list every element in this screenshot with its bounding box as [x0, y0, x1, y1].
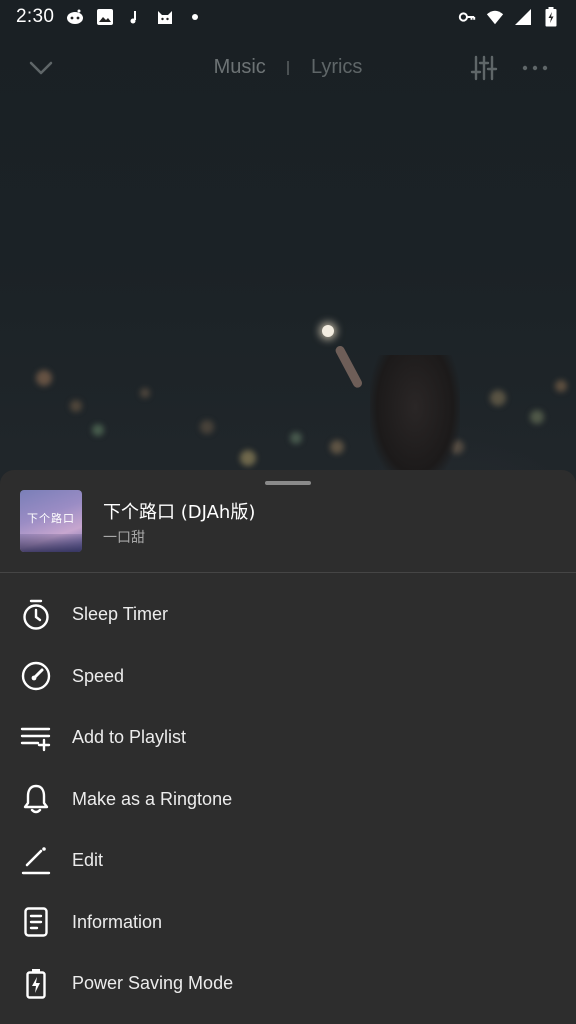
album-art: 下个路口: [20, 490, 82, 552]
song-artist: 一口甜: [103, 530, 145, 546]
more-horizontal-icon: [522, 65, 548, 71]
menu-item-make-ringtone[interactable]: Make as a Ringtone: [0, 769, 576, 831]
battery-charging-icon: [542, 7, 560, 27]
battery-saver-icon: [20, 968, 52, 1000]
divider: [0, 572, 576, 573]
drag-handle[interactable]: [265, 481, 311, 485]
image-icon: [96, 8, 114, 26]
song-title: 下个路口 (DJAh版): [103, 502, 256, 523]
speedometer-icon: [20, 660, 52, 692]
menu-item-label: Make as a Ringtone: [72, 788, 233, 809]
status-time: 2:30: [16, 6, 55, 27]
bell-icon: [20, 783, 52, 815]
cat-icon: [156, 8, 174, 26]
reddit-icon: [66, 8, 84, 26]
menu-item-add-to-playlist[interactable]: Add to Playlist: [0, 707, 576, 769]
options-bottom-sheet: 下个路口 下个路口 (DJAh版) 一口甜 Sleep Timer Speed …: [0, 470, 576, 1024]
document-icon: [20, 906, 52, 938]
menu-item-label: Speed: [72, 665, 125, 686]
equalizer-icon: [470, 55, 498, 81]
menu-item-label: Edit: [72, 850, 104, 871]
album-art-text: 下个路口: [27, 512, 75, 525]
menu-item-label: Power Saving Mode: [72, 973, 234, 994]
tab-separator: [287, 60, 290, 75]
menu-item-label: Add to Playlist: [72, 727, 187, 748]
timer-icon: [20, 599, 52, 631]
more-options-button[interactable]: [518, 52, 552, 84]
tab-lyrics[interactable]: Lyrics: [311, 56, 362, 79]
options-menu: Sleep Timer Speed Add to Playlist Make a…: [0, 584, 576, 1015]
vpn-key-icon: [458, 8, 476, 26]
menu-item-power-saving[interactable]: Power Saving Mode: [0, 953, 576, 1015]
menu-item-information[interactable]: Information: [0, 892, 576, 954]
playlist-add-icon: [20, 722, 52, 754]
music-note-icon: [126, 8, 144, 26]
menu-item-speed[interactable]: Speed: [0, 646, 576, 708]
menu-item-sleep-timer[interactable]: Sleep Timer: [0, 584, 576, 646]
tab-music[interactable]: Music: [214, 56, 266, 79]
dot-icon: [186, 8, 204, 26]
wifi-icon: [486, 8, 504, 26]
equalizer-button[interactable]: [468, 52, 500, 84]
menu-item-edit[interactable]: Edit: [0, 830, 576, 892]
menu-item-label: Information: [72, 911, 163, 932]
pencil-icon: [20, 845, 52, 877]
status-bar: 2:30: [0, 0, 576, 34]
signal-icon: [514, 8, 532, 26]
song-header: 下个路口 下个路口 (DJAh版) 一口甜: [0, 490, 576, 572]
player-top-nav: Music Lyrics: [0, 42, 576, 94]
menu-item-label: Sleep Timer: [72, 604, 169, 625]
